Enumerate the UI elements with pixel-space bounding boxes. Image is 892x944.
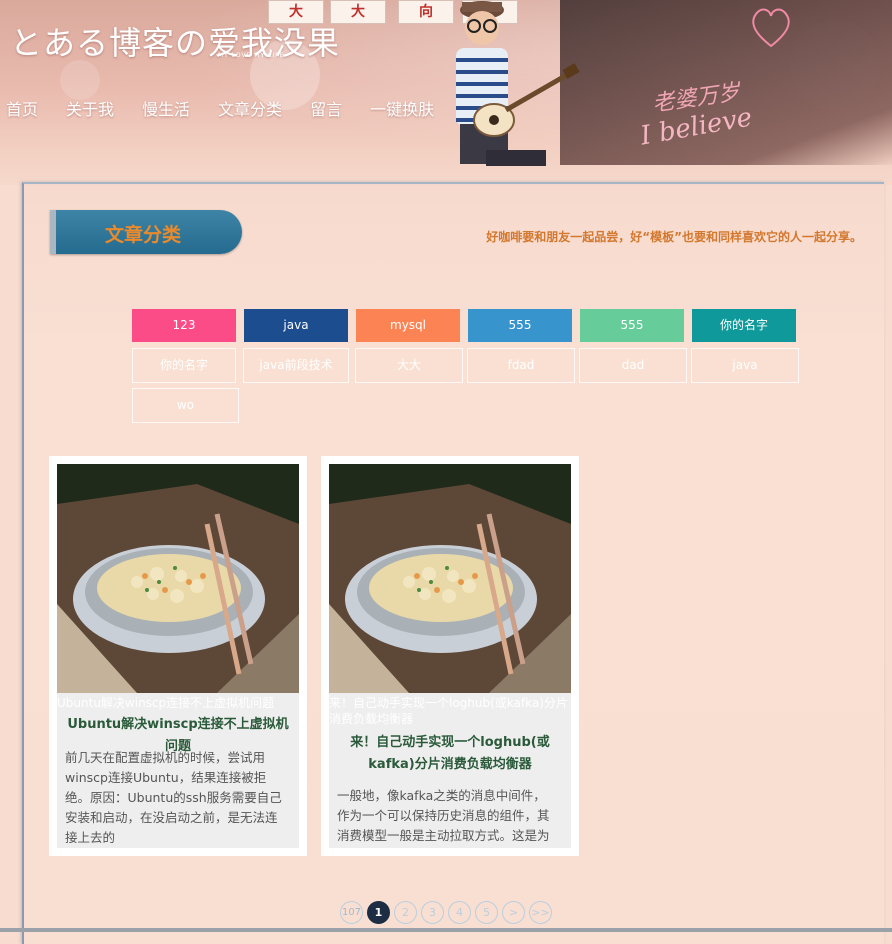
nav-item-change-skin[interactable]: 一键换肤 [370,96,434,120]
pagination-page[interactable]: 5 [475,901,498,924]
nav-item-slow-life[interactable]: 慢生活 [142,96,190,120]
article-image-caption: Ubuntu解决winscp连接不上虚拟机问题 [57,696,275,710]
nav-item-home[interactable]: 首页 [6,96,38,120]
pagination: 107 1 2 3 4 5 > >> [340,901,552,924]
pagination-last-button[interactable]: >> [529,901,552,924]
article-thumbnail[interactable] [329,464,571,693]
chalk-heart-icon [752,8,790,48]
article-thumbnail[interactable] [57,464,299,693]
bottom-scrollbar[interactable] [0,928,892,932]
category-tag[interactable]: dad [579,348,687,383]
article-excerpt: 一般地，像kafka之类的消息中间件，作为一个可以保持历史消息的组件，其消费模型… [337,788,550,843]
nav-item-categories[interactable]: 文章分类 [218,96,282,120]
main-nav: 首页 关于我 慢生活 文章分类 留言 一键换肤 [6,96,462,120]
category-tag[interactable]: fdad [467,348,575,383]
category-tag[interactable]: 大大 [355,348,463,383]
site-logo-subtitle: MY LOVE MY LIFE [218,52,285,59]
section-slogan: 好咖啡要和朋友一起品尝，好“模板”也要和同样喜欢它的人一起分享。 [486,230,862,244]
article-card-body: Ubuntu解决winscp连接不上虚拟机问题 Ubuntu解决winscp连接… [57,464,299,848]
category-tag[interactable]: 你的名字 [132,348,236,383]
pagination-page[interactable]: 3 [421,901,444,924]
section-title-badge: 文章分类 [50,210,242,254]
nav-item-about[interactable]: 关于我 [66,96,114,120]
pagination-page[interactable]: 4 [448,901,471,924]
site-logo[interactable]: とある博客の爱我没果 [10,18,340,64]
nav-item-guestbook[interactable]: 留言 [310,96,342,120]
category-tag[interactable]: 555 [468,309,572,342]
section-title: 文章分类 [104,224,181,246]
bokeh-decoration [60,60,100,100]
category-tag[interactable]: wo [132,388,239,423]
category-tag[interactable]: mysql [356,309,460,342]
pagination-total: 107 [340,901,363,924]
guitar-player-illustration [456,1,580,166]
category-tag[interactable]: 123 [132,309,236,342]
category-tag[interactable]: 你的名字 [692,309,796,342]
category-tag[interactable]: java [244,309,348,342]
article-excerpt: 前几天在配置虚拟机的时候，尝试用winscp连接Ubuntu，结果连接被拒绝。原… [65,750,282,845]
pagination-page-current[interactable]: 1 [367,901,390,924]
pagination-next-button[interactable]: > [502,901,525,924]
article-card[interactable]: 来！自己动手实现一个loghub(或kafka)分片消费负载均衡器 来！自己动手… [321,456,579,856]
category-tag[interactable]: java [691,348,799,383]
article-title[interactable]: 来！自己动手实现一个loghub(或kafka)分片消费负载均衡器 [337,732,563,776]
pagination-page[interactable]: 2 [394,901,417,924]
category-tag[interactable]: 555 [580,309,684,342]
article-card-body: 来！自己动手实现一个loghub(或kafka)分片消费负载均衡器 来！自己动手… [329,464,571,848]
article-image-caption: 来！自己动手实现一个loghub(或kafka)分片消费负载均衡器 [329,696,568,726]
category-tag[interactable]: java前段技术 [243,348,349,383]
header-banner: 大 大 向 上 老婆万岁 I believe とある博客の爱我没果 MY LOV… [0,0,892,185]
article-card[interactable]: Ubuntu解决winscp连接不上虚拟机问题 Ubuntu解决winscp连接… [49,456,307,856]
